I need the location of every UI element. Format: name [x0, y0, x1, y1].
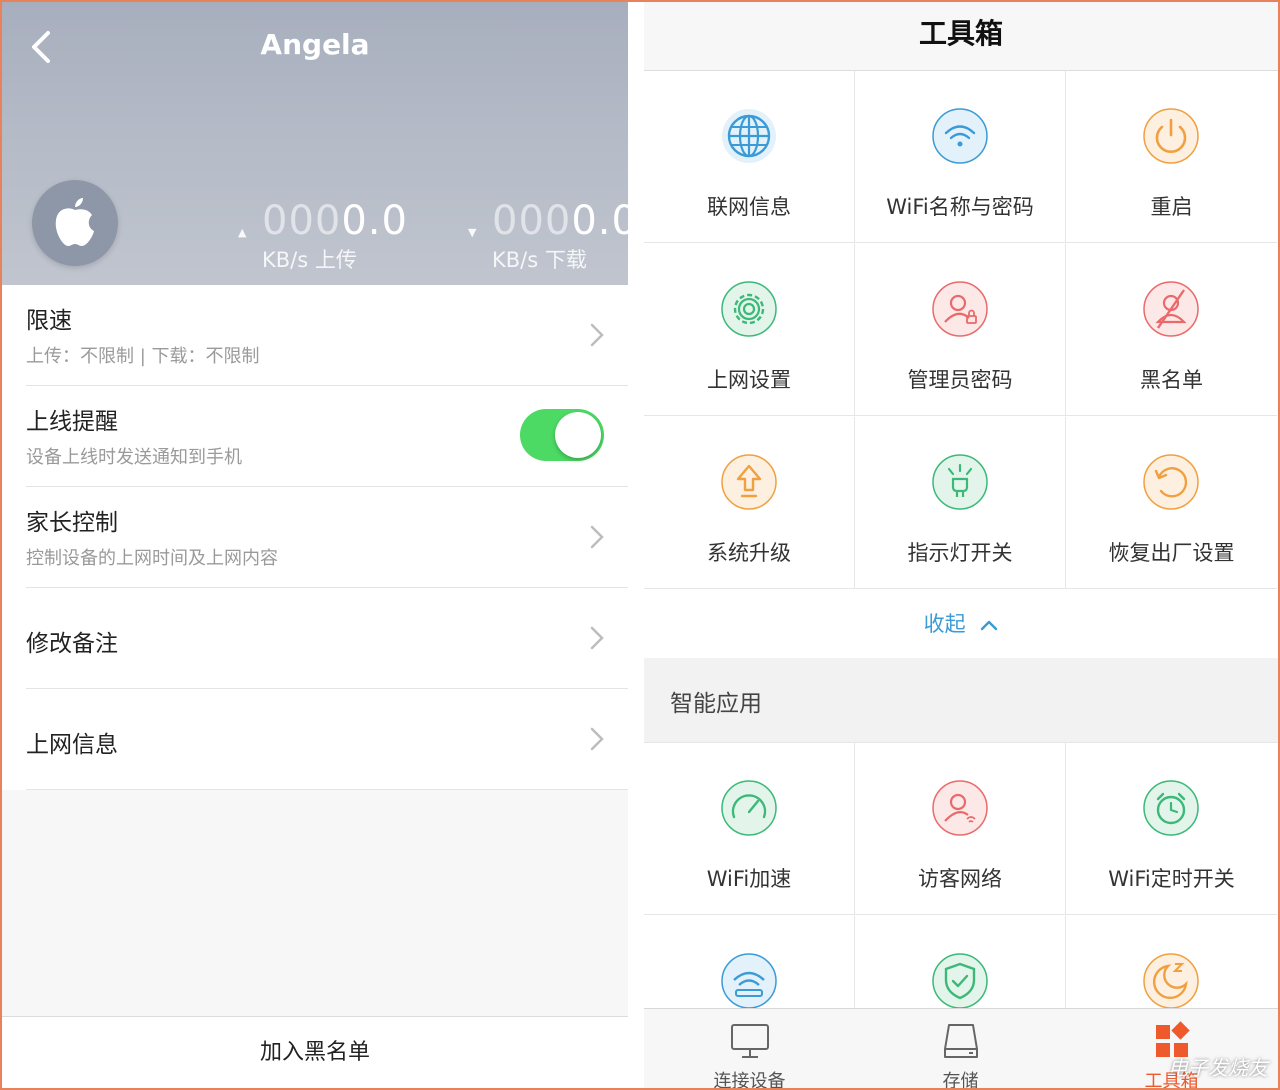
- tool-wifi-name-password[interactable]: WiFi名称与密码: [855, 71, 1066, 243]
- device-detail-screen: Angela ▲ 0000.0 KB/s 上传 ▼ 0000.0 KB/s 下载…: [2, 2, 628, 1088]
- tool-network-info[interactable]: 联网信息: [644, 71, 855, 243]
- tool-admin-password[interactable]: 管理员密码: [855, 244, 1066, 416]
- chevron-right-icon: [590, 525, 604, 549]
- apple-logo-icon: [55, 198, 94, 246]
- row-title: 上网信息: [26, 732, 118, 758]
- collapse-label: 收起: [923, 612, 966, 636]
- smart-apps-section-header: 智能应用: [644, 658, 1278, 743]
- storage-icon: [944, 1024, 978, 1058]
- globe-icon: [722, 109, 776, 163]
- toolbox-screen: 工具箱 联网信息 WiFi名称与密码 重启 上网设置 管理员密码 黑名单 系统升…: [644, 2, 1278, 1088]
- online-alert-row: 上线提醒 设备上线时发送通知到手机: [26, 386, 628, 487]
- chevron-up-icon: [981, 620, 998, 631]
- wifi-router-icon: [721, 953, 777, 1009]
- download-speed-value: 0000.0: [492, 198, 628, 244]
- tool-label: 黑名单: [1140, 368, 1203, 392]
- app-label: WiFi加速: [706, 867, 792, 891]
- tool-label: 联网信息: [707, 195, 791, 219]
- moon-sleep-icon: [1143, 953, 1199, 1009]
- watermark: 电子发烧友: [1168, 1056, 1268, 1080]
- tool-label: 上网设置: [707, 368, 791, 392]
- restore-icon: [1143, 454, 1199, 510]
- tool-indicator-light[interactable]: 指示灯开关: [855, 417, 1066, 589]
- parental-control-row[interactable]: 家长控制 控制设备的上网时间及上网内容: [26, 487, 628, 588]
- bottom-tab-bar: 连接设备 存储 工具箱 电子发烧友: [644, 1008, 1278, 1088]
- app-label: 访客网络: [918, 867, 1002, 891]
- chevron-right-icon: [590, 323, 604, 347]
- toggle-knob: [555, 412, 601, 458]
- upload-speed-value: 0000.0: [262, 198, 408, 244]
- app-guest-network[interactable]: 访客网络: [855, 743, 1066, 915]
- edit-note-row[interactable]: 修改备注: [26, 588, 628, 689]
- screenshot-frame: Angela ▲ 0000.0 KB/s 上传 ▼ 0000.0 KB/s 下载…: [2, 2, 1278, 1088]
- chevron-right-icon: [590, 626, 604, 650]
- tool-label: 指示灯开关: [907, 541, 1013, 565]
- apps-grid: WiFi加速 访客网络 WiFi定时开关: [644, 743, 1278, 1088]
- screen-divider: [628, 2, 644, 1088]
- speed-limit-row[interactable]: 限速 上传：不限制 | 下载：不限制: [26, 285, 628, 386]
- row-subtitle: 设备上线时发送通知到手机: [26, 447, 242, 468]
- row-title: 修改备注: [26, 631, 118, 657]
- tab-connected-devices[interactable]: 连接设备: [644, 1009, 855, 1088]
- tool-label: 系统升级: [707, 541, 791, 565]
- indicator-light-icon: [932, 454, 988, 510]
- app-wifi-boost[interactable]: WiFi加速: [644, 743, 855, 915]
- speedometer-icon: [721, 780, 777, 836]
- row-subtitle: 上传：不限制 | 下载：不限制: [26, 346, 260, 367]
- monitor-icon: [731, 1024, 769, 1058]
- admin-lock-icon: [932, 281, 988, 337]
- upload-arrow-icon: ▲: [238, 226, 247, 239]
- power-icon: [1143, 108, 1199, 164]
- guest-user-icon: [932, 780, 988, 836]
- tool-factory-reset[interactable]: 恢复出厂设置: [1066, 417, 1277, 589]
- tool-label: 管理员密码: [907, 368, 1013, 392]
- section-title: 智能应用: [670, 691, 762, 717]
- device-header: Angela ▲ 0000.0 KB/s 上传 ▼ 0000.0 KB/s 下载: [2, 2, 628, 285]
- collapse-button[interactable]: 收起: [644, 590, 1278, 658]
- upload-speed-unit: KB/s 上传: [262, 248, 357, 272]
- tab-label: 存储: [942, 1071, 979, 1088]
- app-wifi-timer[interactable]: WiFi定时开关: [1066, 743, 1277, 915]
- tab-storage[interactable]: 存储: [855, 1009, 1066, 1088]
- tools-grid: 联网信息 WiFi名称与密码 重启 上网设置 管理员密码 黑名单 系统升级 指示…: [644, 71, 1278, 590]
- chevron-right-icon: [590, 727, 604, 751]
- row-subtitle: 控制设备的上网时间及上网内容: [26, 548, 278, 569]
- online-alert-toggle[interactable]: [520, 409, 604, 461]
- download-speed-unit: KB/s 下载: [492, 248, 587, 272]
- tool-reboot[interactable]: 重启: [1066, 71, 1277, 243]
- tool-label: WiFi名称与密码: [886, 195, 1034, 219]
- shield-check-icon: [932, 953, 988, 1009]
- row-title: 家长控制: [26, 510, 118, 536]
- row-title: 上线提醒: [26, 409, 118, 435]
- blocked-user-icon: [1143, 281, 1199, 337]
- wifi-icon: [932, 108, 988, 164]
- tool-label: 重启: [1150, 195, 1193, 219]
- device-avatar: [32, 180, 118, 266]
- tool-internet-settings[interactable]: 上网设置: [644, 244, 855, 416]
- add-to-blacklist-button[interactable]: 加入黑名单: [2, 1016, 628, 1088]
- gear-icon: [721, 281, 777, 337]
- download-arrow-icon: ▼: [468, 226, 477, 239]
- tool-label: 恢复出厂设置: [1108, 541, 1235, 565]
- app-label: WiFi定时开关: [1108, 867, 1235, 891]
- device-settings-list: 限速 上传：不限制 | 下载：不限制 上线提醒 设备上线时发送通知到手机 家长控…: [2, 285, 628, 790]
- internet-info-row[interactable]: 上网信息: [26, 689, 628, 790]
- device-name-title: Angela: [260, 28, 370, 61]
- tool-system-upgrade[interactable]: 系统升级: [644, 417, 855, 589]
- tool-blacklist[interactable]: 黑名单: [1066, 244, 1277, 416]
- alarm-clock-icon: [1143, 780, 1199, 836]
- tab-label: 连接设备: [713, 1071, 786, 1088]
- toolbox-title: 工具箱: [644, 2, 1278, 71]
- row-title: 限速: [26, 308, 72, 334]
- upgrade-arrow-icon: [721, 454, 777, 510]
